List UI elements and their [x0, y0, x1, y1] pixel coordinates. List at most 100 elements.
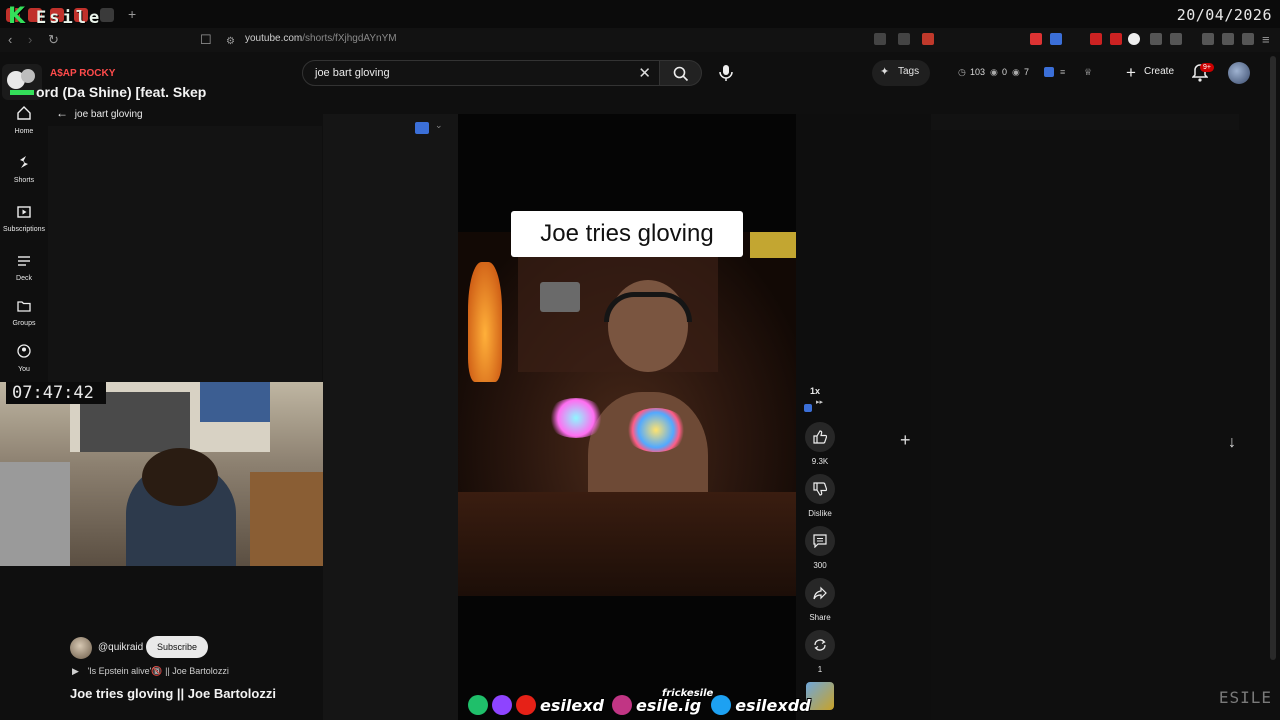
twitch-icon: [492, 695, 512, 715]
sidebar-toggle-icon[interactable]: [1170, 33, 1182, 45]
comment-count: 300: [813, 561, 827, 570]
forward-arrow-icon[interactable]: ›: [28, 32, 32, 48]
like-circle: [805, 422, 835, 452]
chat-extension-icon[interactable]: [415, 122, 429, 134]
bookmark-icon[interactable]: ☐: [200, 32, 212, 48]
play-button-plaque: [540, 282, 580, 312]
playback-speed[interactable]: 1x: [810, 386, 820, 396]
media-icon[interactable]: [1202, 33, 1214, 45]
playlist-title: 'Is Epstein alive'🔞 || Joe Bartolozzi: [87, 666, 229, 676]
webcam-head: [142, 448, 218, 506]
youtube-icon: [516, 695, 536, 715]
dislike-button[interactable]: Dislike: [804, 474, 836, 518]
share-circle: [805, 578, 835, 608]
like-button[interactable]: 9.3K: [804, 422, 836, 466]
avatar[interactable]: [1228, 62, 1250, 84]
puzzle-icon[interactable]: [1150, 33, 1162, 45]
tags-label: Tags: [898, 66, 920, 77]
stat-count-1: 103: [970, 67, 986, 77]
thumbs-down-icon: [813, 482, 827, 496]
trophy-icon[interactable]: ♕: [1084, 67, 1092, 78]
channel-name[interactable]: @quikraid: [98, 642, 143, 653]
left-panel: [48, 126, 322, 382]
glowing-glove-right: [624, 408, 688, 452]
lava-lamp: [468, 262, 502, 382]
microphone-icon[interactable]: [718, 64, 734, 82]
create-button[interactable]: + Create: [1118, 60, 1180, 86]
sidebar-item-label: Home: [14, 128, 34, 135]
deck-icon: [18, 256, 30, 266]
channel-avatar[interactable]: [70, 637, 92, 659]
sidebar-item-subscriptions[interactable]: Subscriptions: [0, 204, 48, 233]
subscribe-button[interactable]: Subscribe: [146, 636, 208, 658]
glowing-glove-left: [546, 398, 606, 438]
tags-button[interactable]: ✦ Tags: [872, 60, 930, 86]
vpn-icon[interactable]: [1242, 33, 1254, 45]
sidebar-item-label: Shorts: [13, 177, 35, 184]
search-back-label: joe bart gloving: [74, 109, 143, 120]
cast-icon[interactable]: [874, 33, 886, 45]
url-path: /shorts/fXjhgdAYnYM: [302, 33, 397, 44]
new-tab-button[interactable]: +: [128, 6, 136, 22]
search-input-value: joe bart gloving: [315, 67, 390, 79]
remix-button[interactable]: 1: [804, 630, 836, 674]
chevron-down-icon[interactable]: ⌄: [435, 120, 443, 131]
menu-icon[interactable]: ≡: [1262, 32, 1270, 48]
subscriptions-icon: [17, 206, 31, 218]
profile-extension-icon[interactable]: [1128, 33, 1140, 45]
search-button[interactable]: [660, 60, 702, 86]
comment-icon: [813, 534, 827, 548]
extension-icon[interactable]: [1110, 33, 1122, 45]
thumbs-up-icon: [813, 430, 827, 444]
video-caption: Joe tries gloving: [540, 220, 714, 247]
clear-icon[interactable]: ✕: [638, 64, 651, 82]
social-handle-frick: frickesile: [662, 688, 714, 699]
share-label: Share: [809, 613, 831, 622]
user-icon: [17, 344, 31, 358]
page-scrollbar[interactable]: [1270, 56, 1276, 660]
remix-icon: [814, 639, 826, 651]
brave-shield-icon[interactable]: [922, 33, 934, 45]
sidebar-item-label: You: [18, 366, 30, 373]
sidebar-item-home[interactable]: Home: [0, 106, 48, 135]
search-icon: [673, 66, 689, 82]
stat-count-2: 0: [1002, 67, 1008, 77]
extension-icon[interactable]: [1044, 67, 1054, 77]
extension-icon[interactable]: [804, 404, 812, 412]
search-back-link[interactable]: ← joe bart gloving: [56, 106, 143, 120]
instagram-icon: [611, 695, 632, 715]
sidebar-item-label: Deck: [16, 275, 32, 282]
stream-timer: 07:47:42: [6, 382, 106, 404]
shorts-icon: [20, 156, 28, 168]
emoji-sticker: [750, 232, 796, 258]
social-banner: esilexd esile.ig esilexdd: [468, 690, 811, 720]
clock-icon: ◷: [958, 67, 966, 77]
arrow-down-icon[interactable]: ↓: [1228, 434, 1236, 452]
back-arrow-icon[interactable]: ‹: [8, 32, 12, 48]
search-input[interactable]: joe bart gloving ✕: [302, 60, 660, 86]
sidebar-item-you[interactable]: You: [0, 344, 48, 373]
sidebar-item-deck[interactable]: Deck: [0, 254, 48, 282]
extension-icon[interactable]: [1030, 33, 1042, 45]
fast-forward-icon[interactable]: ▸▸: [816, 398, 823, 406]
now-playing-song: ord (Da Shine) [feat. Skep: [36, 84, 207, 100]
comments-button[interactable]: 300: [804, 526, 836, 570]
reload-icon[interactable]: ↻: [48, 32, 59, 48]
wallet-icon[interactable]: [1222, 33, 1234, 45]
sidebar-item-shorts[interactable]: Shorts: [0, 155, 48, 184]
short-video-player[interactable]: Joe tries gloving: [458, 114, 796, 720]
list-icon[interactable]: ≡: [1060, 67, 1065, 77]
like-count: 9.3K: [811, 457, 829, 466]
sidebar-item-groups[interactable]: Groups: [0, 299, 48, 327]
extension-icon[interactable]: [1050, 33, 1062, 45]
address-bar[interactable]: youtube.com/shorts/fXjhgdAYnYM: [245, 33, 397, 44]
extension-icon[interactable]: [1090, 33, 1102, 45]
short-title[interactable]: Joe tries gloving || Joe Bartolozzi: [70, 686, 276, 701]
social-handle-main: esilexd: [540, 695, 604, 715]
site-info-icon[interactable]: ⚙: [226, 34, 235, 50]
share-page-icon[interactable]: [898, 33, 910, 45]
plus-icon: +: [1126, 63, 1136, 82]
playlist-link[interactable]: ▶ 'Is Epstein alive'🔞 || Joe Bartolozzi: [72, 666, 229, 677]
share-button[interactable]: Share: [804, 578, 836, 622]
screen: K Esile + 20/04/2026 ‹ › ↻ ☐ ⚙ youtube.c…: [0, 0, 1280, 720]
